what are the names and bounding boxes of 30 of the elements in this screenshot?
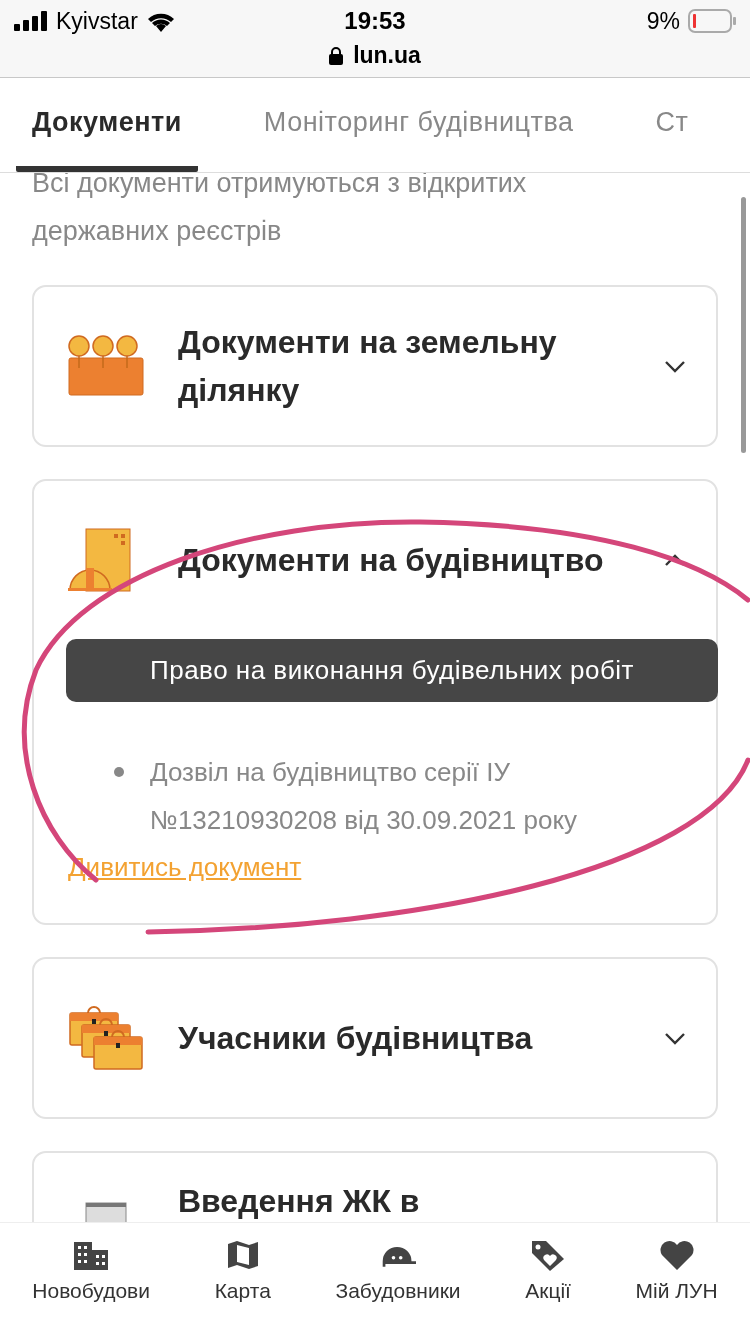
section-title[interactable]: Документи на будівництво xyxy=(178,536,650,584)
nav-item[interactable]: Акції xyxy=(525,1239,571,1334)
buildings-icon xyxy=(73,1239,110,1271)
battery-percent: 9% xyxy=(646,7,680,35)
bullet-icon xyxy=(114,767,124,777)
lock-icon xyxy=(329,46,344,65)
chevron-icon[interactable] xyxy=(664,359,686,373)
url-text[interactable]: lun.ua xyxy=(353,42,421,69)
intro-text: Всі документи отримуються з відкритих державних реєстрів xyxy=(32,173,528,248)
tooltip: Право на виконання будівельних робіт xyxy=(66,639,718,702)
briefcases-icon xyxy=(68,1006,144,1070)
section-title[interactable]: Введення ЖК в xyxy=(178,1177,686,1222)
document-text: Дозвіл на будівництво серії ІУ №13210930208 від 30.09.2021 року xyxy=(150,756,579,837)
carrier-name: Kyivstar xyxy=(56,7,138,35)
tab[interactable]: Ст xyxy=(639,78,705,172)
nav-item[interactable]: Забудовники xyxy=(335,1239,461,1334)
clock-time: 19:53 xyxy=(344,7,406,35)
signal-icon xyxy=(14,11,48,31)
section-title[interactable]: Документи на земельну ділянку xyxy=(178,318,650,414)
tab[interactable]: Документи xyxy=(16,78,198,172)
nav-item[interactable]: Мій ЛУН xyxy=(635,1239,718,1334)
tab[interactable]: Моніторинг будівництва xyxy=(247,78,590,172)
battery-icon xyxy=(688,9,736,33)
nav-item[interactable]: Карта xyxy=(214,1239,271,1334)
chevron-icon[interactable] xyxy=(664,1031,686,1045)
heart-icon xyxy=(658,1239,695,1271)
tag-heart-icon xyxy=(530,1239,567,1271)
nav-item[interactable]: Новобудови xyxy=(32,1239,150,1334)
trees-plot-icon xyxy=(68,334,144,398)
section-title[interactable]: Учасники будівництва xyxy=(178,1014,650,1062)
